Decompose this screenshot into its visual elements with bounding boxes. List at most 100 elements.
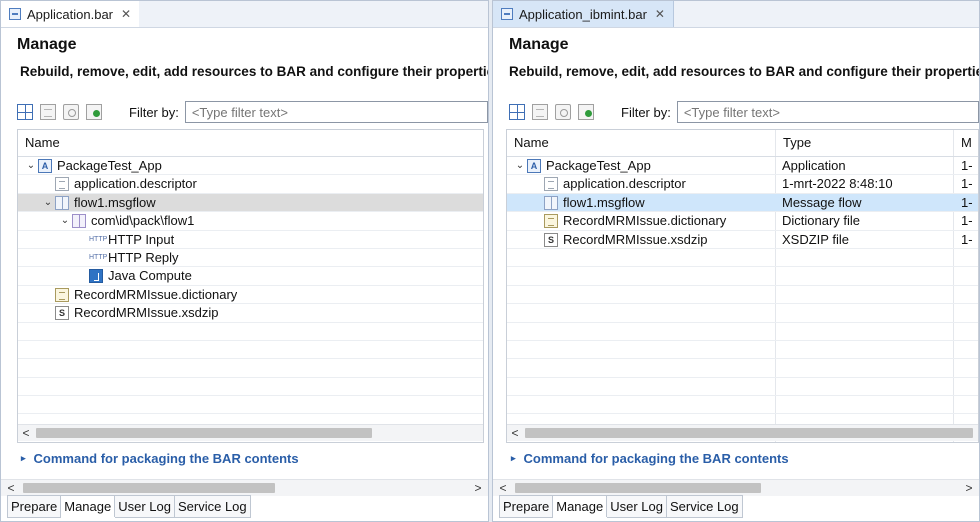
xsdzip-icon: S	[544, 232, 558, 247]
resource-name: flow1.msgflow	[563, 194, 645, 210]
message-flow-icon	[544, 195, 558, 210]
http-input-icon: HTTP	[89, 235, 108, 243]
tab-prepare[interactable]: Prepare	[499, 495, 554, 518]
resource-name: RecordMRMIssue.xsdzip	[563, 231, 708, 247]
dictionary-icon	[55, 287, 69, 302]
close-icon[interactable]: ✕	[121, 7, 131, 21]
tree-row[interactable]: S RecordMRMIssue.xsdzip	[18, 304, 483, 323]
editor-tab-application-bar[interactable]: Application.bar ✕	[1, 1, 140, 27]
empty-row	[18, 378, 483, 397]
tab-user-log[interactable]: User Log	[607, 495, 667, 518]
tree-row[interactable]: ⌄ A PackageTest_App	[18, 157, 483, 176]
page-description: Rebuild, remove, edit, add resources to …	[509, 64, 979, 79]
chevron-down-icon[interactable]: ⌄	[41, 194, 55, 212]
tab-manage[interactable]: Manage	[61, 495, 116, 517]
empty-row	[507, 286, 978, 305]
table-row[interactable]: S RecordMRMIssue.xsdzip XSDZIP file 1-	[507, 231, 978, 249]
tab-service-log[interactable]: Service Log	[174, 495, 251, 518]
tab-prepare[interactable]: Prepare	[7, 495, 62, 518]
edit-icon[interactable]	[63, 104, 79, 120]
scrollbar-thumb[interactable]	[515, 483, 761, 493]
tree-row[interactable]: Java Compute	[18, 267, 483, 286]
scroll-left-icon[interactable]: <	[495, 480, 511, 496]
command-section-toggle[interactable]: ▸ Command for packaging the BAR contents	[17, 449, 488, 467]
resource-type: Message flow	[782, 194, 862, 210]
expand-triangle-icon: ▸	[511, 452, 516, 463]
tree-item-label: RecordMRMIssue.xsdzip	[74, 305, 219, 321]
tab-service-log[interactable]: Service Log	[666, 495, 743, 518]
manage-toolbar: Filter by:	[17, 100, 488, 124]
table-row[interactable]: flow1.msgflow Message flow 1-	[507, 193, 978, 213]
add-resource-icon[interactable]	[86, 104, 102, 120]
table-row[interactable]: ⌄ A PackageTest_App Application 1-	[507, 157, 978, 176]
resource-type: 1-mrt-2022 8:48:10	[782, 176, 893, 192]
empty-row	[507, 359, 978, 378]
tree-row[interactable]: HTTP HTTP Input	[18, 231, 483, 249]
tree-row[interactable]: HTTP HTTP Reply	[18, 249, 483, 268]
resource-type: XSDZIP file	[782, 231, 849, 247]
close-icon[interactable]: ✕	[655, 7, 665, 21]
tree-row[interactable]: ⌄ com\id\pack\flow1	[18, 212, 483, 231]
scroll-right-icon[interactable]: >	[961, 480, 977, 496]
descriptor-icon	[544, 177, 558, 192]
resource-modified: 1-	[961, 213, 973, 229]
column-header-modified[interactable]: M	[954, 130, 978, 156]
empty-row	[18, 359, 483, 378]
chevron-down-icon[interactable]: ⌄	[513, 157, 527, 175]
scroll-left-icon[interactable]: <	[18, 425, 34, 441]
resource-modified: 1-	[961, 194, 973, 210]
resource-modified: 1-	[961, 231, 973, 247]
scroll-left-icon[interactable]: <	[507, 425, 523, 441]
scrollbar-thumb[interactable]	[525, 428, 973, 438]
table-body: ⌄ A PackageTest_App application.descriptor ⌄…	[18, 157, 483, 415]
tree-row[interactable]: application.descriptor	[18, 175, 483, 194]
resource-type: Dictionary file	[782, 213, 861, 229]
page-description: Rebuild, remove, edit, add resources to …	[20, 64, 488, 79]
tree-item-label: application.descriptor	[74, 176, 197, 192]
column-header-type[interactable]: Type	[776, 130, 953, 156]
remove-icon[interactable]	[40, 104, 56, 120]
scroll-right-icon[interactable]: >	[470, 480, 486, 496]
tree-row[interactable]: ⌄ flow1.msgflow	[18, 193, 483, 213]
tree-row[interactable]: RecordMRMIssue.dictionary	[18, 286, 483, 305]
filter-label: Filter by:	[621, 104, 671, 120]
tree-item-label: HTTP Reply	[108, 249, 179, 265]
column-header-name[interactable]: Name	[18, 130, 483, 156]
xsdzip-icon: S	[55, 306, 69, 321]
table-horizontal-scrollbar[interactable]: <	[18, 424, 483, 441]
scroll-left-icon[interactable]: <	[3, 480, 19, 496]
remove-icon[interactable]	[532, 104, 548, 120]
tree-item-label: Java Compute	[108, 268, 192, 284]
http-reply-icon: HTTP	[89, 253, 108, 261]
scrollbar-thumb[interactable]	[36, 428, 372, 438]
add-resource-icon[interactable]	[578, 104, 594, 120]
column-header-name[interactable]: Name	[507, 130, 775, 156]
edit-icon[interactable]	[555, 104, 571, 120]
expand-triangle-icon: ▸	[21, 452, 26, 463]
tree-cell: ⌄ A PackageTest_App	[24, 157, 162, 175]
table-horizontal-scrollbar[interactable]: <	[507, 424, 978, 441]
editor-bottom-tabs: Prepare Manage User Log Service Log	[499, 495, 743, 518]
editor-tab-label: Application_ibmint.bar	[519, 6, 647, 22]
tree-cell: S RecordMRMIssue.xsdzip	[41, 304, 219, 322]
filter-input[interactable]	[676, 101, 979, 123]
tab-manage[interactable]: Manage	[553, 495, 608, 517]
rebuild-icon[interactable]	[509, 104, 525, 120]
rebuild-icon[interactable]	[17, 104, 33, 120]
editor-tab-application-ibmint-bar[interactable]: Application_ibmint.bar ✕	[493, 1, 674, 27]
table-row[interactable]: application.descriptor 1-mrt-2022 8:48:10…	[507, 175, 978, 194]
resources-table: Name ⌄ A PackageTest_App application.descri…	[17, 129, 484, 443]
filter-input[interactable]	[184, 101, 488, 123]
resource-name: RecordMRMIssue.dictionary	[563, 213, 727, 229]
resource-type: Application	[782, 158, 846, 173]
chevron-down-icon[interactable]: ⌄	[24, 157, 38, 175]
table-row[interactable]: RecordMRMIssue.dictionary Dictionary file…	[507, 212, 978, 231]
scrollbar-thumb[interactable]	[23, 483, 275, 493]
empty-row	[18, 396, 483, 415]
pane-horizontal-scrollbar[interactable]: < >	[1, 479, 488, 496]
pane-horizontal-scrollbar[interactable]: < >	[493, 479, 979, 496]
chevron-down-icon[interactable]: ⌄	[58, 212, 72, 230]
tree-cell: application.descriptor	[41, 175, 197, 193]
command-section-toggle[interactable]: ▸ Command for packaging the BAR contents	[507, 449, 979, 467]
tab-user-log[interactable]: User Log	[115, 495, 175, 518]
